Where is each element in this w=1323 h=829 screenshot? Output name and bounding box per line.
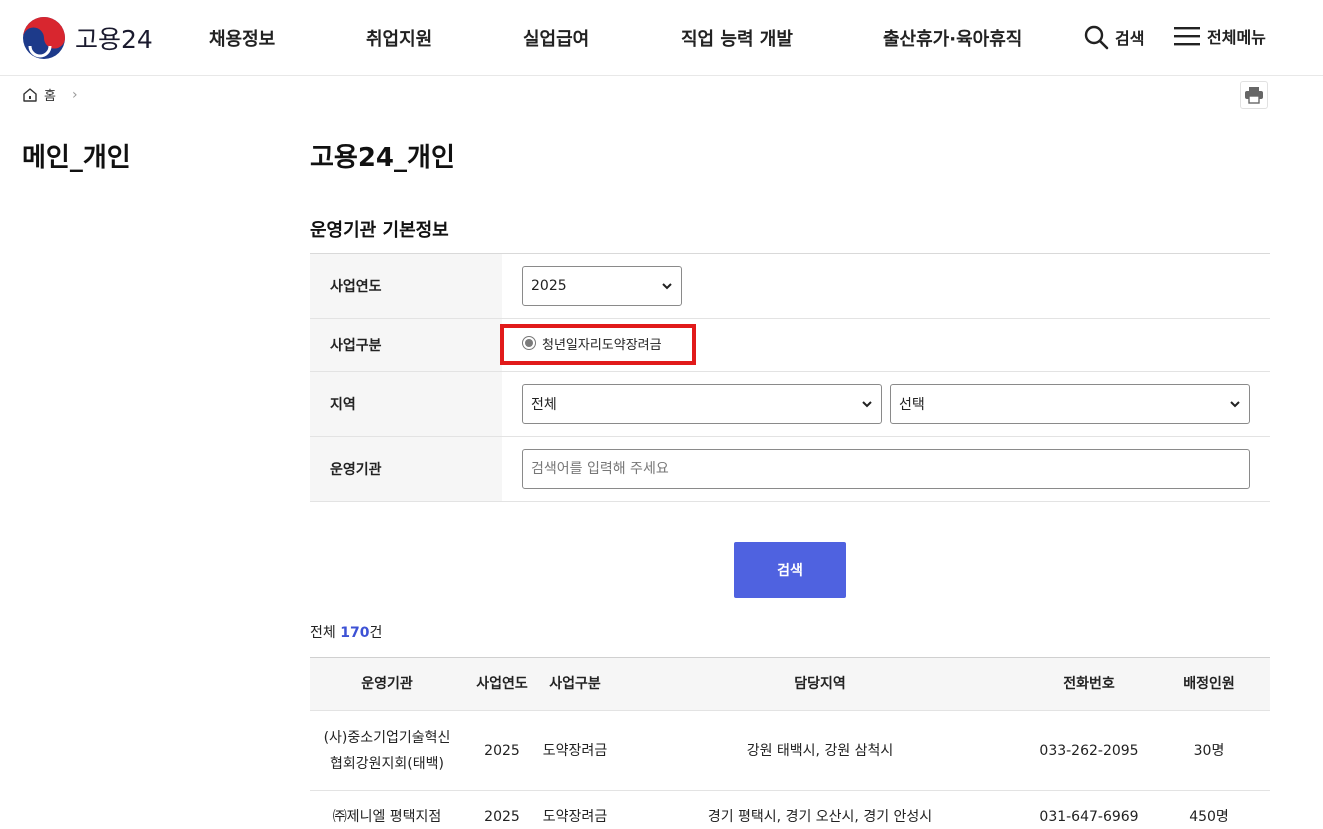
year-select[interactable]: 2025 — [522, 266, 682, 306]
org-cell: (사)중소기업기술혁신 협회강원지회(태백) — [310, 711, 464, 790]
chevron-down-icon — [662, 283, 672, 290]
nav-item-jobs[interactable]: 채용정보 — [209, 25, 275, 51]
highlight-box — [500, 324, 696, 365]
result-table: 운영기관 사업연도 사업구분 담당지역 전화번호 배정인원 (사)중소기업기술혁… — [310, 657, 1270, 829]
phone-cell: 031-647-6969 — [1039, 808, 1139, 825]
search-form: 사업연도 2025 사업구분 청년일자리도약장려금 지역 전체 선택 운영기관 … — [310, 253, 1270, 502]
year-label: 사업연도 — [310, 254, 502, 318]
header-search-label: 검색 — [1115, 29, 1145, 48]
column-header: 배정인원 — [1183, 676, 1235, 692]
year-cell: 2025 — [484, 808, 520, 825]
government-emblem-icon — [23, 17, 65, 59]
total-suffix: 건 — [369, 625, 383, 641]
org-name-line: 협회강원지회(태백) — [330, 755, 444, 772]
column-header: 담당지역 — [794, 676, 846, 692]
count-cell: 450명 — [1189, 808, 1229, 825]
page-title: 고용24_개인 — [310, 143, 455, 173]
region-label: 지역 — [310, 372, 502, 436]
column-header: 사업구분 — [549, 676, 601, 692]
count-cell: 30명 — [1193, 742, 1225, 759]
nav-item-vocational-training[interactable]: 직업 능력 개발 — [681, 25, 793, 51]
type-label: 사업구분 — [310, 319, 502, 371]
sidebar-title: 메인_개인 — [22, 143, 131, 173]
header-search-button[interactable]: 검색 — [1083, 24, 1144, 50]
type-cell: 도약장려금 — [542, 808, 608, 825]
year-value-cell: 2025 — [502, 254, 1270, 318]
hamburger-menu-icon — [1174, 27, 1200, 46]
phone-cell: 033-262-2095 — [1039, 742, 1139, 759]
chevron-down-icon — [862, 401, 872, 408]
form-row-org: 운영기관 — [310, 437, 1270, 502]
region-select[interactable]: 전체 — [522, 384, 882, 424]
org-search-input[interactable] — [522, 449, 1250, 489]
print-button[interactable] — [1240, 81, 1268, 109]
form-row-type: 사업구분 청년일자리도약장려금 — [310, 319, 1270, 372]
site-header: 고용24 채용정보 취업지원 실업급여 직업 능력 개발 출산휴가·육아휴직 검… — [0, 0, 1323, 76]
region-sub-select[interactable]: 선택 — [890, 384, 1250, 424]
section-title: 운영기관 기본정보 — [310, 220, 449, 241]
year-cell: 2025 — [484, 742, 520, 759]
total-prefix: 전체 — [310, 625, 341, 641]
total-count: 전체 170건 — [310, 622, 382, 642]
year-select-value: 2025 — [531, 278, 567, 294]
chevron-right-icon: › — [71, 86, 78, 103]
logo-text: 고용24 — [75, 25, 153, 54]
region-cell: 강원 태백시, 강원 삼척시 — [746, 742, 894, 759]
column-header: 운영기관 — [361, 676, 413, 692]
type-cell: 도약장려금 — [542, 742, 608, 759]
site-logo[interactable]: 고용24 — [22, 16, 153, 60]
all-menu-label: 전체메뉴 — [1207, 28, 1266, 47]
form-row-region: 지역 전체 선택 — [310, 372, 1270, 437]
table-row[interactable]: ㈜제니엘 평택지점 2025 도약장려금 경기 평택시, 경기 오산시, 경기 … — [310, 791, 1270, 829]
nav-item-parental-leave[interactable]: 출산휴가·육아휴직 — [883, 25, 1022, 51]
region-cell: 경기 평택시, 경기 오산시, 경기 안성시 — [707, 808, 933, 825]
search-button[interactable]: 검색 — [734, 542, 846, 598]
all-menu-button[interactable]: 전체메뉴 — [1173, 24, 1266, 48]
printer-icon — [1245, 87, 1263, 104]
region-select-value: 전체 — [531, 397, 557, 413]
nav-item-employment-support[interactable]: 취업지원 — [366, 25, 432, 51]
column-header: 사업연도 — [476, 676, 528, 692]
table-header: 운영기관 사업연도 사업구분 담당지역 전화번호 배정인원 — [310, 658, 1270, 711]
breadcrumb-home[interactable]: 홈 — [44, 85, 56, 104]
form-row-year: 사업연도 2025 — [310, 254, 1270, 319]
nav-item-unemployment-benefit[interactable]: 실업급여 — [523, 25, 589, 51]
org-value-cell — [502, 437, 1270, 501]
org-label: 운영기관 — [310, 437, 502, 501]
region-sub-select-value: 선택 — [899, 397, 925, 413]
total-count-number: 170 — [340, 625, 370, 641]
region-value-cell: 전체 선택 — [502, 372, 1270, 436]
column-header: 전화번호 — [1063, 676, 1115, 692]
search-icon — [1084, 25, 1109, 50]
chevron-down-icon — [1230, 401, 1240, 408]
org-name-line: (사)중소기업기술혁신 — [323, 729, 451, 746]
org-cell: ㈜제니엘 평택지점 — [332, 808, 442, 825]
home-icon[interactable] — [22, 87, 38, 103]
breadcrumb: 홈 › — [22, 85, 78, 104]
table-row[interactable]: (사)중소기업기술혁신 협회강원지회(태백) 2025 도약장려금 강원 태백시… — [310, 711, 1270, 791]
